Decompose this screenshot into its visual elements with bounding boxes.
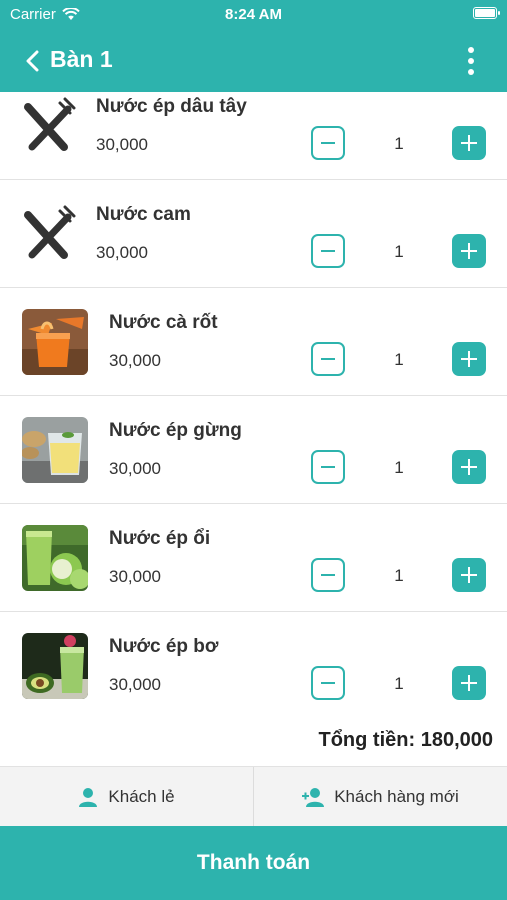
add-person-icon — [302, 787, 325, 807]
chevron-left-icon — [26, 50, 39, 72]
item-name: Nước ép bơ — [109, 636, 219, 657]
avocado-juice-photo — [22, 633, 88, 699]
status-time: 8:24 AM — [225, 6, 282, 23]
person-icon — [79, 787, 98, 807]
item-price: 30,000 — [109, 459, 161, 478]
back-button[interactable] — [16, 44, 50, 78]
item-price: 30,000 — [109, 567, 161, 586]
decrease-quantity-button[interactable] — [311, 666, 345, 700]
more-options-button[interactable] — [463, 44, 479, 78]
item-quantity: 1 — [394, 134, 404, 153]
item-quantity: 1 — [394, 350, 404, 369]
item-name: Nước ép gừng — [109, 420, 242, 441]
ginger-juice-photo — [22, 417, 88, 483]
list-item: Nước ép ổi 30,000 1 — [0, 504, 507, 612]
status-bar: Carrier 8:24 AM — [0, 0, 507, 30]
total-amount: Tổng tiền: 180,000 — [318, 729, 494, 751]
item-name: Nước ép ổi — [109, 528, 211, 549]
item-quantity: 1 — [394, 674, 404, 693]
total-row: Tổng tiền: 180,000 — [0, 714, 507, 766]
nav-bar: Bàn 1 — [0, 30, 507, 92]
decrease-quantity-button[interactable] — [311, 558, 345, 592]
list-item: Nước ép dâu tây 30,000 1 — [0, 92, 507, 180]
decrease-quantity-button[interactable] — [311, 342, 345, 376]
list-item: Nước ép bơ 30,000 1 — [0, 612, 507, 714]
item-price: 30,000 — [109, 351, 161, 370]
utensils-icon — [20, 201, 76, 267]
item-price: 30,000 — [96, 135, 148, 154]
increase-quantity-button[interactable] — [452, 450, 486, 484]
item-price: 30,000 — [96, 243, 148, 262]
increase-quantity-button[interactable] — [452, 558, 486, 592]
customer-bar: Khách lẻ Khách hàng mới — [0, 766, 507, 826]
walk-in-customer-label: Khách lẻ — [108, 786, 175, 806]
increase-quantity-button[interactable] — [452, 666, 486, 700]
item-quantity: 1 — [394, 458, 404, 477]
utensils-icon — [20, 93, 76, 159]
order-list[interactable]: Nước ép dâu tây 30,000 1 Nước cam 30,000 — [0, 92, 507, 714]
carrot-juice-photo — [22, 309, 88, 375]
checkout-label: Thanh toán — [196, 851, 311, 874]
checkout-button[interactable]: Thanh toán — [0, 826, 507, 900]
increase-quantity-button[interactable] — [452, 342, 486, 376]
vertical-dots-icon — [468, 47, 474, 53]
item-name: Nước ép dâu tây — [96, 96, 247, 117]
new-customer-label: Khách hàng mới — [334, 786, 459, 806]
increase-quantity-button[interactable] — [452, 126, 486, 160]
walk-in-customer-button[interactable]: Khách lẻ — [0, 767, 253, 826]
item-name: Nước cam — [96, 204, 191, 225]
item-price: 30,000 — [109, 675, 161, 694]
item-quantity: 1 — [394, 566, 404, 585]
list-item: Nước cà rốt 30,000 1 — [0, 288, 507, 396]
guava-juice-photo — [22, 525, 88, 591]
page-title: Bàn 1 — [50, 46, 113, 72]
decrease-quantity-button[interactable] — [311, 234, 345, 268]
battery-icon — [473, 7, 500, 19]
decrease-quantity-button[interactable] — [311, 450, 345, 484]
list-item: Nước ép gừng 30,000 1 — [0, 396, 507, 504]
item-quantity: 1 — [394, 242, 404, 261]
new-customer-button[interactable]: Khách hàng mới — [253, 767, 507, 826]
item-name: Nước cà rốt — [109, 312, 218, 333]
increase-quantity-button[interactable] — [452, 234, 486, 268]
list-item: Nước cam 30,000 1 — [0, 180, 507, 288]
decrease-quantity-button[interactable] — [311, 126, 345, 160]
